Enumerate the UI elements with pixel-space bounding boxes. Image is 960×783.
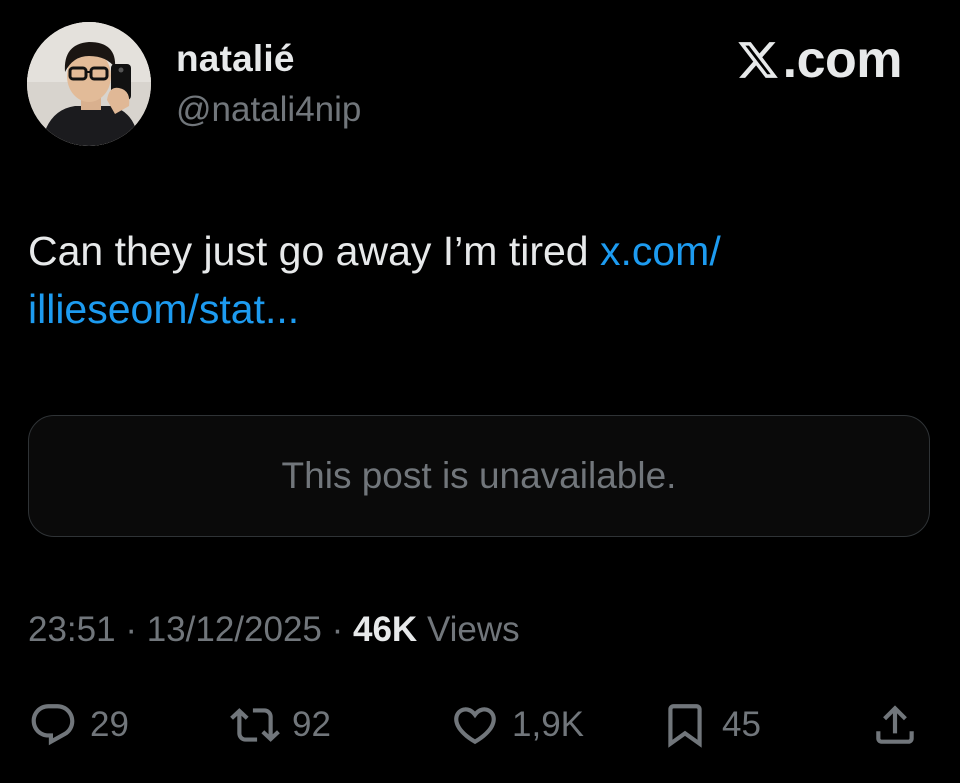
retweet-button[interactable]: 92 [230,700,331,750]
meta-separator: · [115,610,147,649]
like-count: 1,9K [512,705,584,744]
bookmark-count: 45 [722,705,761,744]
x-logo-icon [737,42,778,78]
unavailable-message: This post is unavailable. [281,455,677,496]
platform-logo: .com [735,31,903,89]
post-date[interactable]: 13/12/2025 [147,610,322,649]
reply-icon [31,704,75,746]
like-button[interactable]: 1,9K [450,700,584,750]
post-text: Can they just go away I’m tired x.com/ i… [28,222,908,338]
reply-count: 29 [90,705,129,744]
avatar-photo [27,22,151,146]
reply-button[interactable]: 29 [28,700,129,750]
quoted-post-card[interactable]: This post is unavailable. [28,415,930,537]
post-time[interactable]: 23:51 [28,610,116,649]
share-icon [876,705,914,744]
heart-icon [454,707,496,745]
display-name[interactable]: natalié [176,38,295,80]
tweet-card: natalié @natali4nip .com Can they just g… [0,0,960,783]
post-meta: 23:51 · 13/12/2025 · 46K Views [28,610,520,650]
bookmark-button[interactable]: 45 [660,700,761,750]
share-button[interactable] [870,700,920,750]
bookmark-icon [668,704,702,748]
views-label: Views [426,610,520,649]
retweet-icon [230,708,280,742]
meta-separator: · [321,610,353,649]
views-count: 46K [352,610,418,649]
avatar[interactable] [27,22,151,146]
post-body: Can they just go away I’m tired [28,228,600,274]
platform-label: .com [782,31,903,89]
handle[interactable]: @natali4nip [176,90,361,130]
retweet-count: 92 [292,705,331,744]
